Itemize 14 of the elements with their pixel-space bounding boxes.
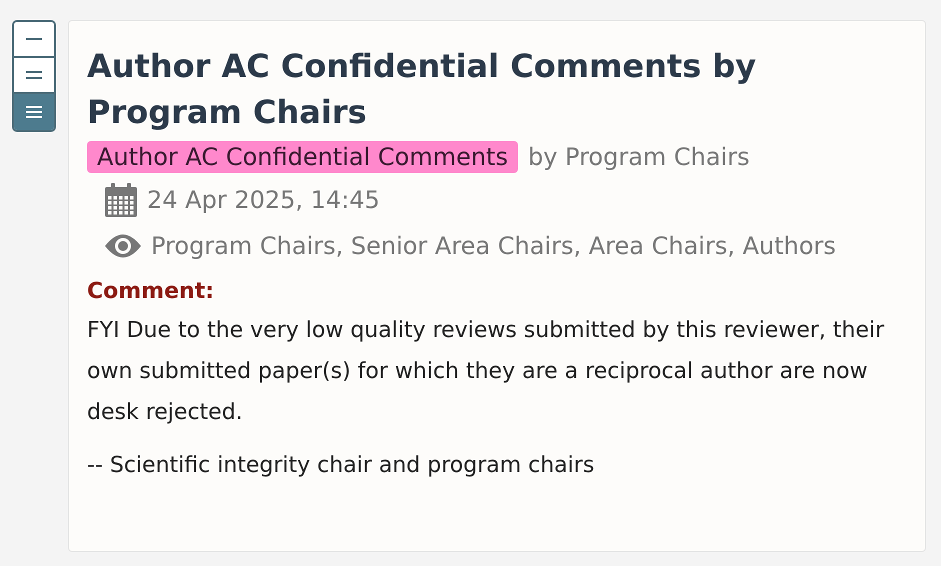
comment-paragraph: FYI Due to the very low quality reviews submitted by this reviewer, their own submitted paper(s) for which they are a reciprocal author are now desk rejected. (87, 317, 886, 427)
field-label: Comment: (87, 279, 216, 304)
view-toggle-button[interactable] (14, 22, 54, 58)
comment-paragraph: -- Scientific integrity chair and program chairs (87, 452, 596, 480)
lines-icon (25, 68, 43, 82)
readers-text: Program Chairs, Senior Area Chairs, Area Chairs, Authors (151, 232, 836, 260)
lines-icon (25, 105, 43, 119)
note-title: Author AC Confidential Comments by Program Chairs (87, 46, 758, 133)
signature-text: by Program Chairs (528, 143, 750, 171)
date-text: 24 Apr 2025, 14:45 (147, 186, 380, 214)
calendar-icon (105, 183, 137, 217)
view-toggle-button[interactable] (14, 94, 54, 130)
eye-icon (105, 233, 141, 259)
invitation-tag: Author AC Confidential Comments (87, 141, 518, 173)
